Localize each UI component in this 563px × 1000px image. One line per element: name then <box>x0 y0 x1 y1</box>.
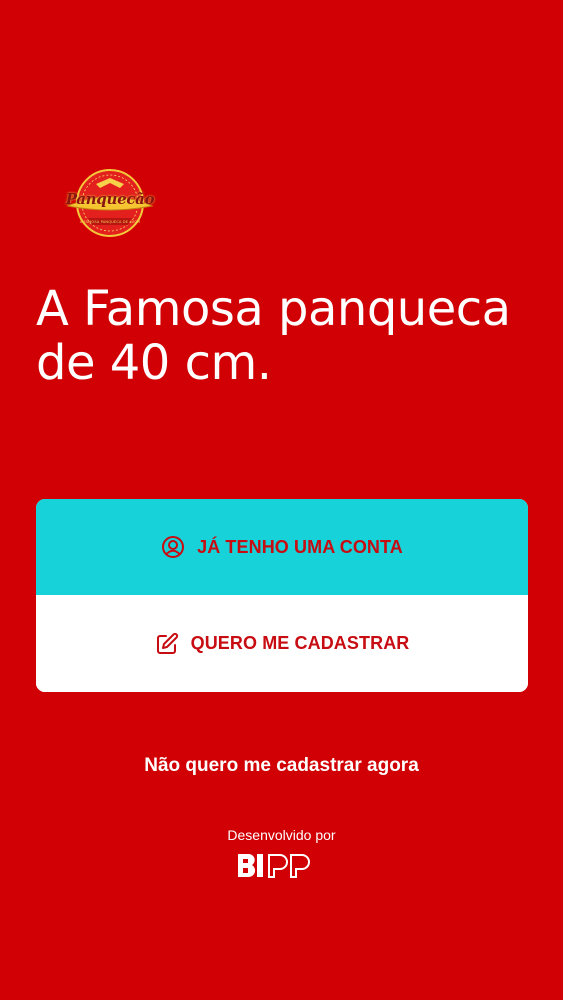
edit-icon <box>156 632 178 654</box>
login-button[interactable]: JÁ TENHO UMA CONTA <box>36 499 528 595</box>
signup-button[interactable]: QUERO ME CADASTRAR <box>36 595 528 692</box>
auth-options-card: JÁ TENHO UMA CONTA QUERO ME CADASTRAR <box>36 499 528 692</box>
skip-signup-link[interactable]: Não quero me cadastrar agora <box>0 755 563 777</box>
developer-logo <box>236 851 328 881</box>
bipp-logo-icon <box>238 854 310 878</box>
welcome-screen: Panquecão A FAMOSA PANQUECA DE 40CM A Fa… <box>0 0 563 1000</box>
logo-brand-text: Panquecão <box>65 190 155 208</box>
user-circle-icon <box>162 536 185 558</box>
login-button-label: JÁ TENHO UMA CONTA <box>197 536 403 557</box>
signup-button-label: QUERO ME CADASTRAR <box>190 633 410 653</box>
headline: A Famosa panqueca de 40 cm. <box>36 281 511 391</box>
developed-by-label: Desenvolvido por <box>227 827 336 843</box>
logo-tagline: A FAMOSA PANQUECA DE 40CM <box>79 220 141 224</box>
brand-logo: Panquecão A FAMOSA PANQUECA DE 40CM <box>64 168 156 238</box>
